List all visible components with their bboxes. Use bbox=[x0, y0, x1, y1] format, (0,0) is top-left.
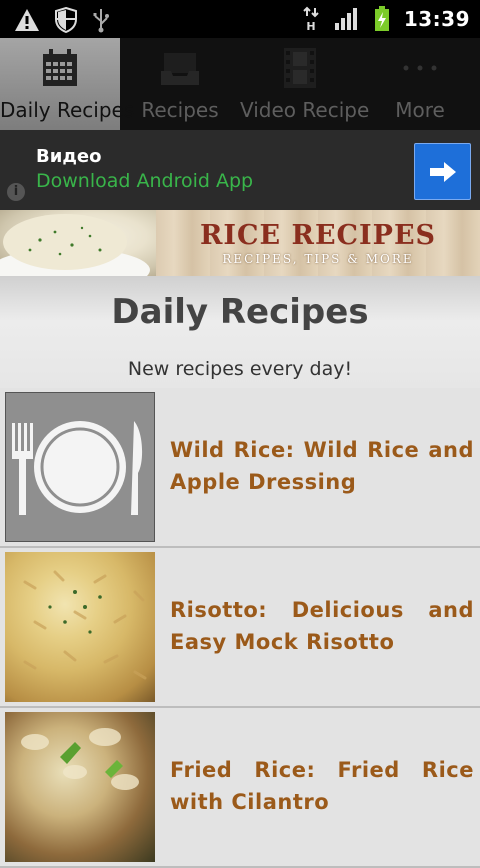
svg-text:H: H bbox=[306, 20, 315, 32]
tab-label: Video Recipe bbox=[240, 98, 370, 122]
signal-icon bbox=[334, 8, 357, 30]
banner-title: RICE RECIPES bbox=[199, 220, 437, 251]
list-item[interactable]: Risotto: Delicious and Easy Mock Risotto bbox=[0, 548, 480, 708]
tab-daily-recipes[interactable]: Daily Recipes bbox=[0, 38, 135, 130]
ad-open-button[interactable] bbox=[414, 143, 471, 200]
shield-icon bbox=[55, 7, 77, 33]
tab-label: More bbox=[395, 98, 445, 122]
status-bar: H 13:39 bbox=[0, 0, 480, 38]
calendar-icon bbox=[43, 49, 77, 86]
recipe-title: Wild Rice: Wild Rice and Apple Dressing bbox=[170, 438, 474, 494]
tab-label: Daily Recipes bbox=[0, 98, 135, 122]
list-item[interactable]: Fried Rice: Fried Rice with Cilantro bbox=[0, 708, 480, 868]
banner-subtitle: RECIPES, TIPS & MORE bbox=[222, 252, 414, 266]
tab-label: Recipes bbox=[141, 98, 219, 122]
hsdpa-icon: H bbox=[303, 6, 319, 32]
film-icon bbox=[284, 48, 316, 88]
ad-subtitle: Download Android App bbox=[36, 170, 254, 192]
battery-charging-icon bbox=[374, 6, 389, 31]
recipe-title: Fried Rice: Fried Rice with Cilantro bbox=[170, 758, 474, 814]
recipe-title: Risotto: Delicious and Easy Mock Risotto bbox=[170, 598, 474, 654]
plate-placeholder-icon bbox=[5, 392, 155, 542]
more-dots-icon bbox=[403, 65, 437, 71]
tab-bar: Daily Recipes Recipes Video Recipe More bbox=[0, 38, 480, 130]
ad-banner[interactable]: Видео Download Android App i bbox=[0, 130, 480, 210]
inbox-icon bbox=[161, 53, 199, 85]
rice-bowl-photo bbox=[0, 210, 156, 276]
info-icon[interactable]: i bbox=[7, 183, 25, 201]
fried-rice-photo bbox=[5, 712, 155, 862]
clock-time: 13:39 bbox=[403, 7, 470, 31]
risotto-photo bbox=[5, 552, 155, 702]
tab-recipes[interactable]: Recipes bbox=[120, 38, 240, 130]
tab-more[interactable]: More bbox=[360, 38, 480, 130]
ad-title: Видео bbox=[36, 146, 102, 167]
usb-icon bbox=[93, 9, 109, 33]
list-item[interactable]: Wild Rice: Wild Rice and Apple Dressing bbox=[0, 388, 480, 548]
app-banner: RICE RECIPES RECIPES, TIPS & MORE bbox=[0, 210, 480, 276]
page-subtitle: New recipes every day! bbox=[127, 358, 353, 380]
arrow-right-icon bbox=[429, 161, 456, 182]
warning-icon bbox=[15, 9, 39, 31]
page-title: Daily Recipes bbox=[111, 292, 369, 332]
page-header: Daily Recipes New recipes every day! bbox=[0, 276, 480, 388]
tab-video-recipe[interactable]: Video Recipe bbox=[240, 38, 370, 130]
